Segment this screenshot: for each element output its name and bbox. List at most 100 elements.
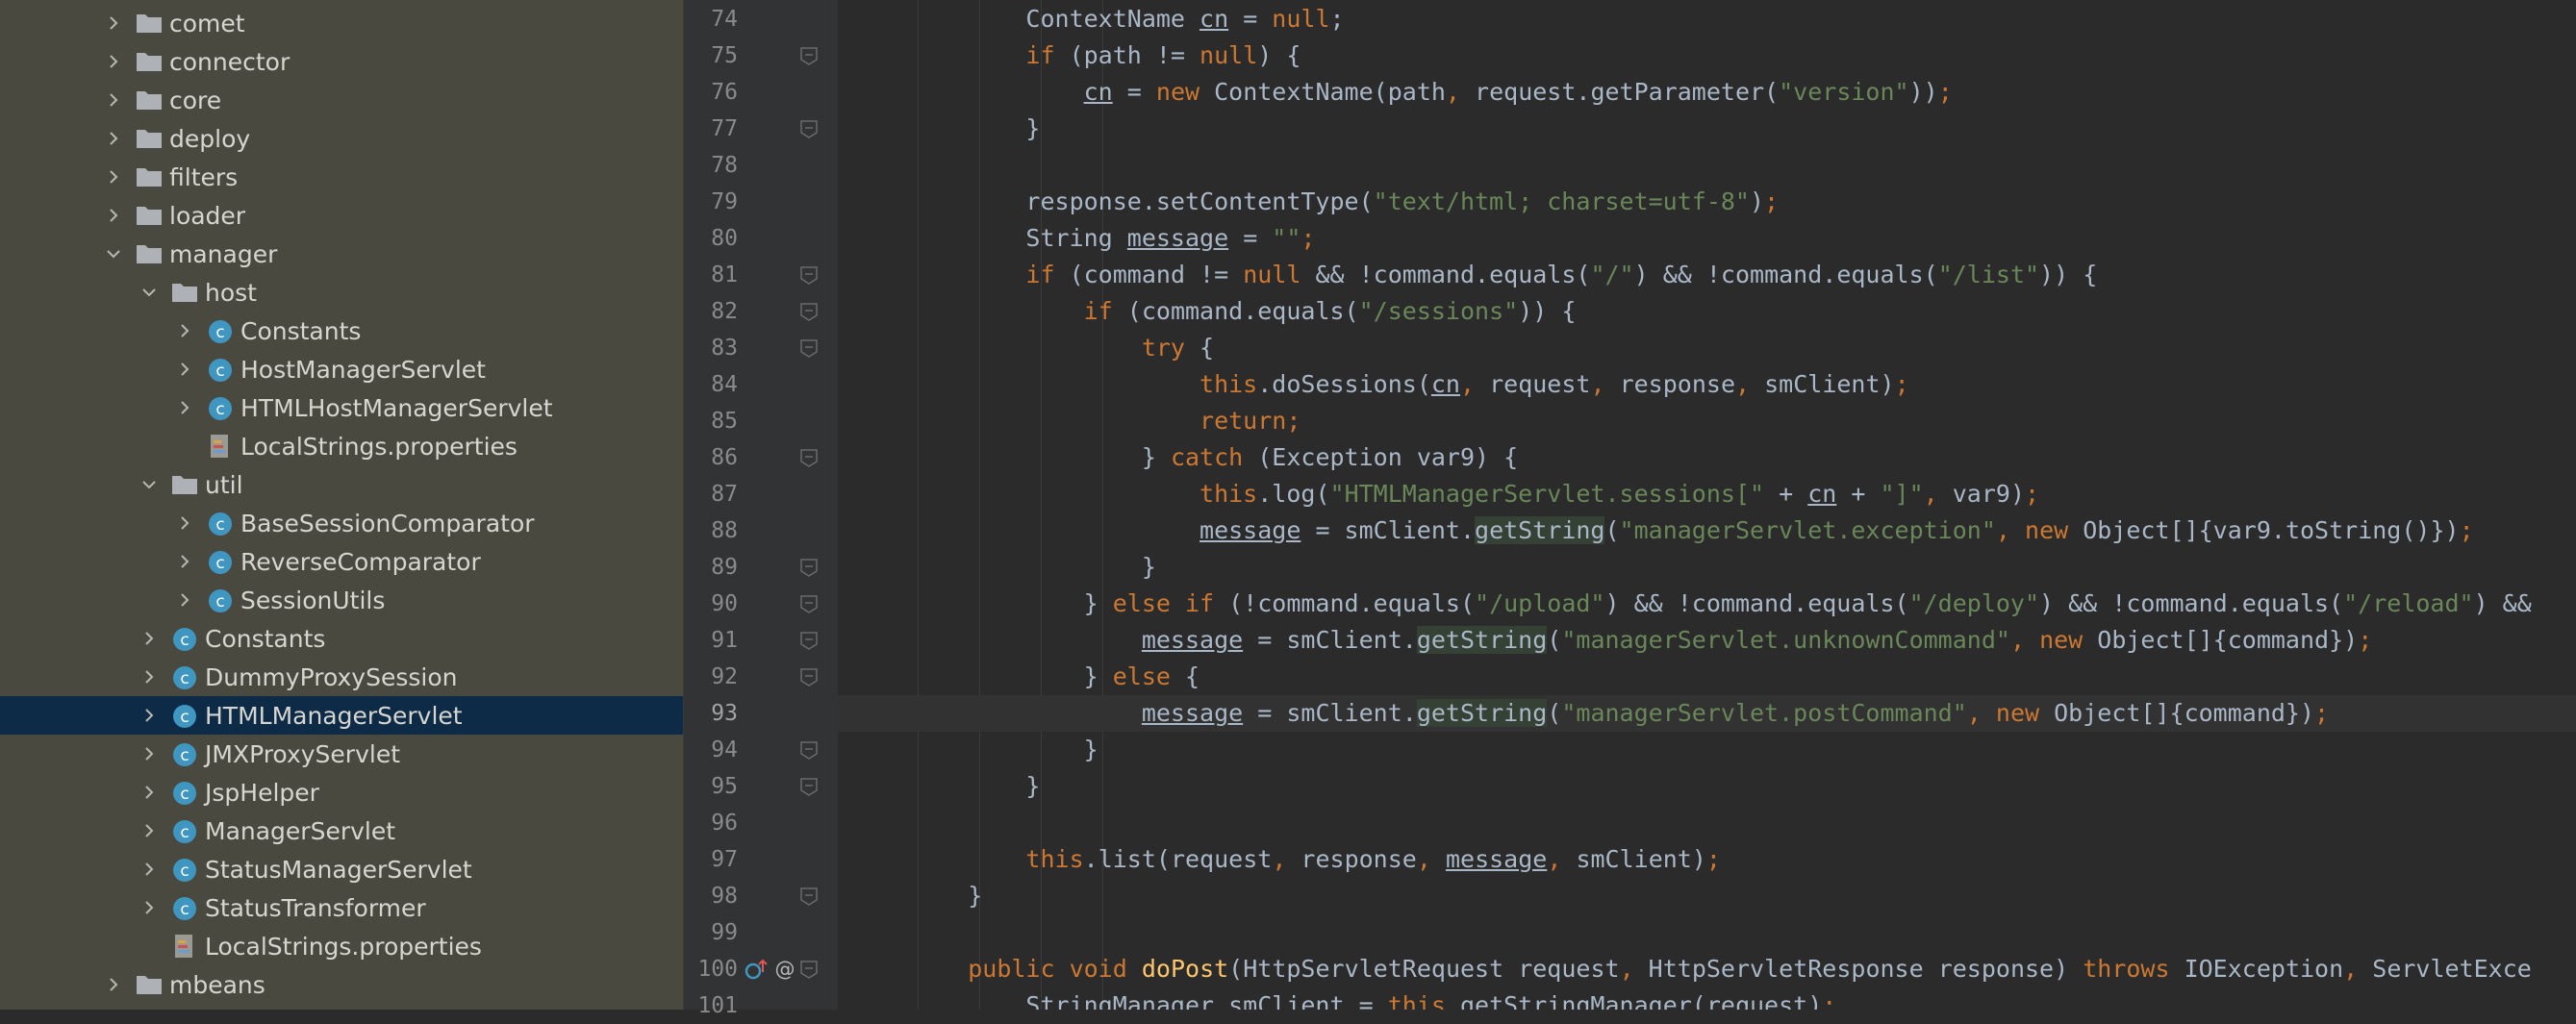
code-line[interactable] [838, 147, 2576, 184]
chevron-right-icon[interactable] [104, 196, 123, 235]
fold-marker-icon[interactable] [798, 593, 820, 614]
chevron-right-icon[interactable] [175, 581, 194, 619]
code-line[interactable]: try { [838, 330, 2576, 366]
code-line[interactable]: if (command != null && !command.equals("… [838, 257, 2576, 293]
tree-item[interactable]: connector [0, 42, 683, 81]
tree-item[interactable]: c Constants [0, 312, 683, 350]
code-line[interactable]: this.doSessions(cn, request, response, s… [838, 366, 2576, 403]
tree-item[interactable]: c HostManagerServlet [0, 350, 683, 388]
tree-item[interactable]: deploy [0, 119, 683, 158]
tree-item[interactable]: c SessionUtils [0, 581, 683, 619]
tree-item[interactable]: c ManagerServlet [0, 812, 683, 850]
code-line[interactable]: StringManager smClient = this.getStringM… [838, 987, 2576, 1010]
chevron-right-icon[interactable] [139, 888, 159, 927]
chevron-right-icon[interactable] [139, 812, 159, 850]
tree-item[interactable]: host [0, 273, 683, 312]
tree-item[interactable]: c StatusTransformer [0, 888, 683, 927]
code-line[interactable]: } [838, 111, 2576, 147]
code-line[interactable]: this.log("HTMLManagerServlet.sessions[" … [838, 476, 2576, 512]
tree-item[interactable]: comet [0, 4, 683, 42]
tree-item[interactable]: LocalStrings.properties [0, 927, 683, 965]
class-icon: c [204, 504, 237, 542]
code-line[interactable]: } [838, 732, 2576, 768]
fold-marker-icon[interactable] [798, 301, 820, 322]
code-line[interactable]: if (command.equals("/sessions")) { [838, 293, 2576, 330]
code-line[interactable]: } [838, 549, 2576, 586]
chevron-right-icon[interactable] [175, 388, 194, 427]
line-number: 100 [697, 957, 738, 982]
fold-marker-icon[interactable] [798, 739, 820, 761]
tree-item[interactable]: c HTMLManagerServlet [0, 696, 683, 735]
fold-marker-icon[interactable] [798, 959, 820, 980]
line-number: 74 [711, 7, 738, 32]
code-line[interactable]: this.list(request, response, message, sm… [838, 841, 2576, 878]
chevron-right-icon[interactable] [139, 850, 159, 888]
code-line[interactable]: } [838, 878, 2576, 914]
annotation-icon[interactable]: @ [772, 957, 797, 982]
fold-marker-icon[interactable] [798, 45, 820, 66]
code-editor[interactable]: ContextName cn = null; if (path != null)… [838, 0, 2576, 1010]
override-method-icon[interactable] [744, 957, 769, 982]
chevron-right-icon[interactable] [104, 81, 123, 119]
fold-marker-icon[interactable] [798, 264, 820, 286]
code-line[interactable]: response.setContentType("text/html; char… [838, 184, 2576, 220]
fold-marker-icon[interactable] [798, 557, 820, 578]
fold-marker-icon[interactable] [798, 118, 820, 139]
chevron-right-icon[interactable] [175, 504, 194, 542]
chevron-down-icon[interactable] [104, 235, 123, 273]
tree-item[interactable]: c Constants [0, 619, 683, 658]
code-line[interactable]: public void doPost(HttpServletRequest re… [838, 951, 2576, 987]
fold-marker-icon[interactable] [798, 447, 820, 468]
tree-item[interactable]: filters [0, 158, 683, 196]
tree-item[interactable]: util [0, 465, 683, 504]
svg-text:c: c [215, 323, 224, 342]
chevron-right-icon[interactable] [139, 773, 159, 812]
fold-marker-icon[interactable] [798, 886, 820, 907]
chevron-down-icon[interactable] [139, 465, 159, 504]
code-line[interactable]: String message = ""; [838, 220, 2576, 257]
code-line[interactable]: message = smClient.getString("managerSer… [838, 622, 2576, 659]
tree-item[interactable]: c ReverseComparator [0, 542, 683, 581]
code-line[interactable]: message = smClient.getString("managerSer… [838, 512, 2576, 549]
chevron-right-icon[interactable] [175, 542, 194, 581]
chevron-right-icon[interactable] [175, 350, 194, 388]
fold-marker-icon[interactable] [798, 666, 820, 687]
tree-item[interactable]: core [0, 81, 683, 119]
tree-item[interactable]: c DummyProxySession [0, 658, 683, 696]
tree-item[interactable]: LocalStrings.properties [0, 427, 683, 465]
tree-item[interactable]: c BaseSessionComparator [0, 504, 683, 542]
tree-item[interactable]: c HTMLHostManagerServlet [0, 388, 683, 427]
chevron-right-icon[interactable] [175, 312, 194, 350]
code-line[interactable]: return; [838, 403, 2576, 439]
code-line[interactable]: } catch (Exception var9) { [838, 439, 2576, 476]
code-line[interactable]: } [838, 768, 2576, 805]
tree-item[interactable]: mbeans [0, 965, 683, 1004]
code-line[interactable]: } else if (!command.equals("/upload") &&… [838, 586, 2576, 622]
chevron-down-icon[interactable] [139, 273, 159, 312]
tree-item[interactable]: loader [0, 196, 683, 235]
code-line[interactable]: } else { [838, 659, 2576, 695]
fold-marker-icon[interactable] [798, 630, 820, 651]
line-number: 101 [697, 993, 738, 1018]
code-line[interactable]: message = smClient.getString("managerSer… [838, 695, 2576, 732]
chevron-right-icon[interactable] [139, 658, 159, 696]
chevron-right-icon[interactable] [104, 158, 123, 196]
chevron-right-icon[interactable] [104, 4, 123, 42]
fold-marker-icon[interactable] [798, 337, 820, 359]
chevron-right-icon[interactable] [104, 42, 123, 81]
tree-item[interactable]: c JspHelper [0, 773, 683, 812]
tree-item[interactable]: manager [0, 235, 683, 273]
chevron-right-icon[interactable] [139, 735, 159, 773]
code-line[interactable]: if (path != null) { [838, 37, 2576, 74]
fold-marker-icon[interactable] [798, 776, 820, 797]
tree-item[interactable]: c JMXProxyServlet [0, 735, 683, 773]
code-line[interactable] [838, 914, 2576, 951]
code-line[interactable] [838, 805, 2576, 841]
chevron-right-icon[interactable] [139, 619, 159, 658]
chevron-right-icon[interactable] [104, 965, 123, 1004]
code-line[interactable]: ContextName cn = null; [838, 1, 2576, 37]
chevron-right-icon[interactable] [104, 119, 123, 158]
chevron-right-icon[interactable] [139, 696, 159, 735]
code-line[interactable]: cn = new ContextName(path, request.getPa… [838, 74, 2576, 111]
tree-item[interactable]: c StatusManagerServlet [0, 850, 683, 888]
